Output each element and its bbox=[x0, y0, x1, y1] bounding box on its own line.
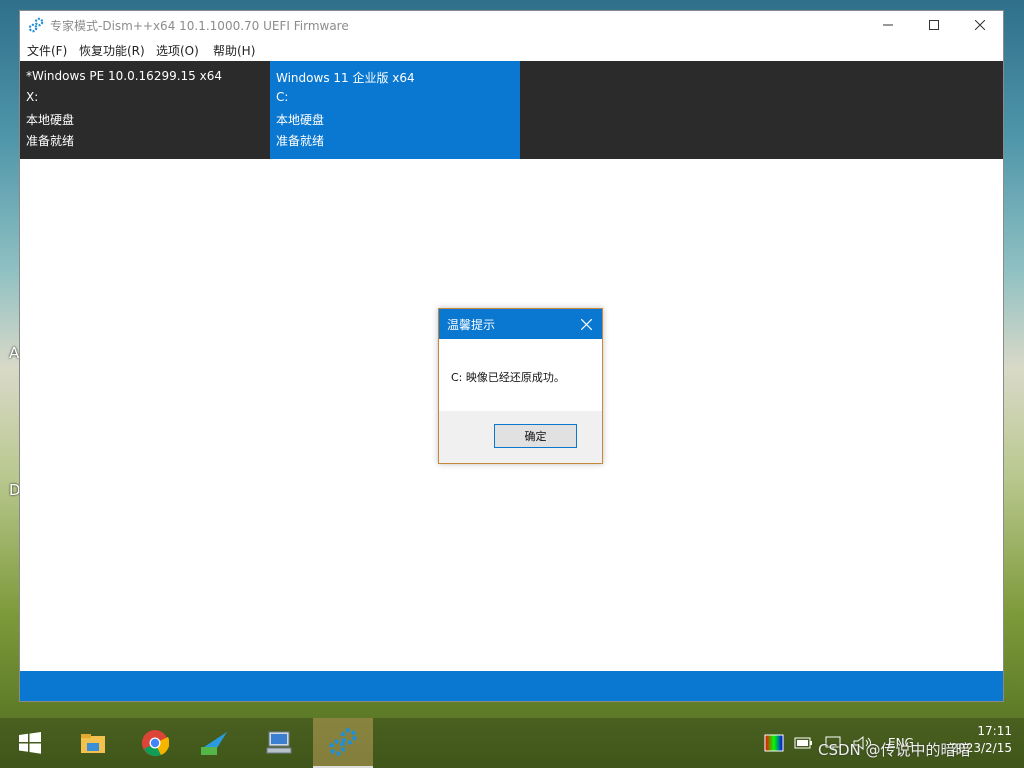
watermark: CSDN @传说中的暗暗 bbox=[818, 741, 971, 759]
session-disk-type: 本地硬盘 bbox=[276, 113, 325, 127]
desktop-icon-label-a: A bbox=[9, 344, 20, 362]
computer-icon bbox=[266, 731, 292, 754]
menu-options[interactable]: 选项(O) bbox=[156, 42, 199, 59]
maximize-button[interactable] bbox=[911, 11, 957, 39]
taskbar-lite-app[interactable] bbox=[188, 718, 238, 768]
close-button[interactable] bbox=[957, 11, 1003, 39]
session-bar: *Windows PE 10.0.16299.15 x64 X: 本地硬盘 准备… bbox=[20, 61, 1003, 159]
close-icon bbox=[580, 318, 592, 330]
session-disk-type: 本地硬盘 bbox=[26, 113, 75, 127]
taskbar-dism[interactable] bbox=[313, 718, 373, 768]
dialog-title-bar[interactable]: 温馨提示 bbox=[439, 309, 602, 339]
gear-icon bbox=[28, 17, 44, 33]
ok-button[interactable]: 确定 bbox=[494, 424, 577, 448]
battery-tray[interactable] bbox=[794, 718, 814, 768]
start-icon bbox=[19, 732, 41, 754]
lite-app-icon bbox=[201, 732, 227, 755]
menu-recovery[interactable]: 恢复功能(R) bbox=[79, 42, 145, 59]
menu-bar: 文件(F) 恢复功能(R) 选项(O) 帮助(H) bbox=[20, 39, 1003, 61]
taskbar-file-explorer[interactable] bbox=[68, 718, 118, 768]
session-tile-win11[interactable]: Windows 11 企业版 x64 C: 本地硬盘 准备就绪 bbox=[270, 61, 520, 159]
dialog-close-button[interactable] bbox=[576, 314, 596, 334]
color-palette-icon bbox=[764, 734, 784, 752]
session-tile-pe[interactable]: *Windows PE 10.0.16299.15 x64 X: 本地硬盘 准备… bbox=[20, 61, 270, 159]
close-icon bbox=[975, 20, 985, 30]
dialog-title: 温馨提示 bbox=[447, 318, 496, 332]
session-name: *Windows PE 10.0.16299.15 x64 bbox=[26, 69, 222, 83]
session-status: 准备就绪 bbox=[276, 134, 325, 148]
dialog-message: C: 映像已经还原成功。 bbox=[451, 371, 565, 384]
session-drive: C: bbox=[276, 90, 289, 104]
window-title: 专家模式-Dism++x64 10.1.1000.70 UEFI Firmwar… bbox=[50, 19, 349, 33]
dism-gear-icon bbox=[329, 728, 357, 756]
minimize-button[interactable] bbox=[865, 11, 911, 39]
dialog-footer: 确定 bbox=[439, 411, 602, 463]
session-status: 准备就绪 bbox=[26, 134, 75, 148]
minimize-icon bbox=[883, 24, 893, 26]
start-button[interactable] bbox=[5, 718, 55, 768]
status-bar bbox=[20, 671, 1003, 701]
menu-help[interactable]: 帮助(H) bbox=[213, 42, 255, 59]
session-drive: X: bbox=[26, 90, 39, 104]
file-explorer-icon bbox=[81, 734, 105, 753]
title-bar[interactable]: 专家模式-Dism++x64 10.1.1000.70 UEFI Firmwar… bbox=[20, 11, 1003, 39]
taskbar-computer[interactable] bbox=[254, 718, 304, 768]
menu-file[interactable]: 文件(F) bbox=[27, 42, 67, 59]
taskbar-chrome[interactable] bbox=[130, 718, 180, 768]
battery-icon bbox=[794, 737, 812, 749]
maximize-icon bbox=[929, 20, 939, 30]
message-dialog: 温馨提示 C: 映像已经还原成功。 确定 bbox=[438, 308, 603, 464]
color-picker-tray[interactable] bbox=[764, 718, 784, 768]
chrome-icon bbox=[142, 730, 169, 757]
clock-time: 17:11 bbox=[977, 724, 1012, 738]
session-name: Windows 11 企业版 x64 bbox=[276, 71, 415, 85]
